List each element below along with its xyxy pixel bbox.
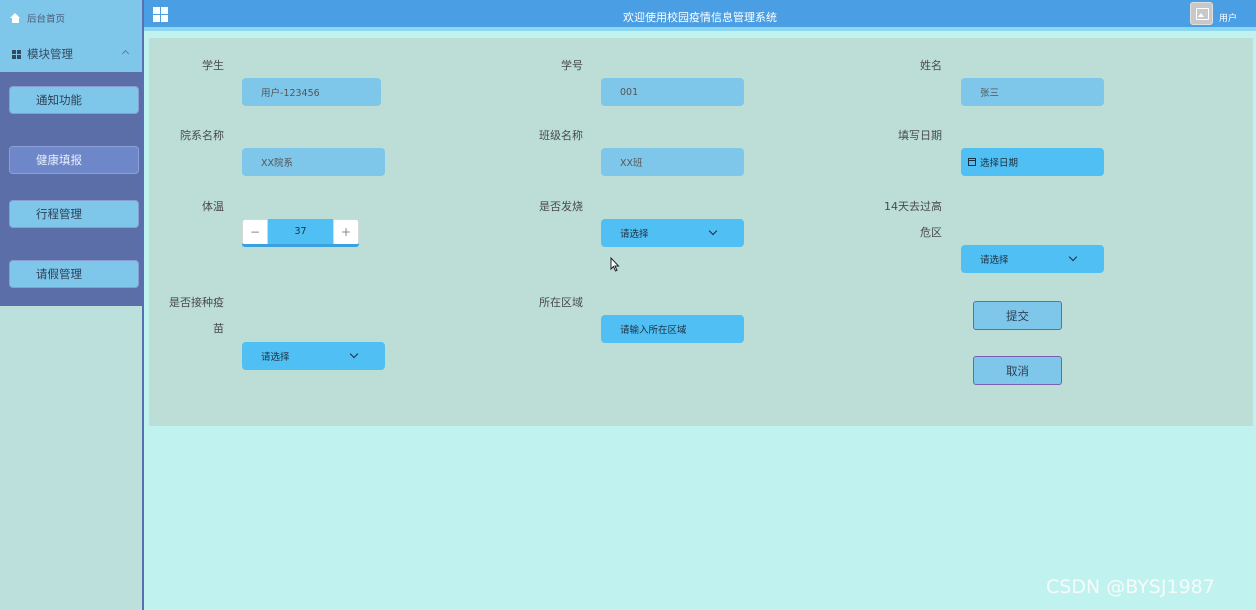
- submit-button[interactable]: 提交: [973, 301, 1062, 330]
- fever-select-placeholder: 请选择: [620, 229, 649, 240]
- watermark: CSDN @BYSJ1987: [1046, 576, 1215, 598]
- student-no-field[interactable]: 001: [601, 78, 744, 106]
- cancel-button[interactable]: 取消: [973, 356, 1062, 385]
- date-picker-placeholder: 选择日期: [980, 158, 1019, 169]
- temperature-stepper: − 37 +: [242, 219, 359, 247]
- sidebar-item-itinerary[interactable]: 行程管理: [9, 200, 139, 228]
- sidebar-menu: 通知功能 健康填报 行程管理 请假管理: [0, 72, 142, 306]
- top-header: 欢迎使用校园疫情信息管理系统 用户: [144, 0, 1256, 31]
- fever-select[interactable]: 请选择: [601, 219, 744, 247]
- calendar-icon: [968, 158, 976, 166]
- sidebar-home-label: 后台首页: [27, 14, 66, 25]
- class-name-label: 班级名称: [539, 129, 583, 142]
- date-picker[interactable]: 选择日期: [961, 148, 1104, 176]
- stepper-underline: [242, 244, 359, 247]
- vaccinated-select-placeholder: 请选择: [261, 352, 290, 363]
- department-field[interactable]: XX院系: [242, 148, 385, 176]
- page-title: 欢迎使用校园疫情信息管理系统: [623, 11, 777, 24]
- fill-date-label: 填写日期: [898, 129, 942, 142]
- chevron-down-icon: [1068, 252, 1078, 262]
- high-risk-label-line1: 14天去过高: [884, 200, 942, 213]
- high-risk-select-placeholder: 请选择: [980, 255, 1009, 266]
- region-input[interactable]: 请输入所在区域: [601, 315, 744, 343]
- health-report-form: 学生 用户-123456 学号 001 姓名 张三 院系名称 XX院系 班级名称…: [149, 38, 1253, 426]
- chevron-up-icon: [121, 49, 130, 58]
- mouse-cursor-icon: [610, 257, 620, 272]
- increment-button[interactable]: +: [333, 219, 359, 245]
- name-field[interactable]: 张三: [961, 78, 1104, 106]
- high-risk-select[interactable]: 请选择: [961, 245, 1104, 273]
- chevron-down-icon: [349, 349, 359, 359]
- sidebar-item-health-report[interactable]: 健康填报: [9, 146, 139, 174]
- vaccinated-label-line2: 苗: [213, 322, 224, 335]
- home-icon: [10, 13, 21, 23]
- sidebar-module-label: 模块管理: [27, 47, 73, 61]
- chevron-down-icon: [708, 226, 718, 236]
- vaccinated-select[interactable]: 请选择: [242, 342, 385, 370]
- department-label: 院系名称: [180, 129, 224, 142]
- region-label: 所在区域: [539, 296, 583, 309]
- sidebar-item-leave[interactable]: 请假管理: [9, 260, 139, 288]
- sidebar-item-notice[interactable]: 通知功能: [9, 86, 139, 114]
- decrement-button[interactable]: −: [242, 219, 268, 245]
- student-field[interactable]: 用户-123456: [242, 78, 381, 106]
- sidebar-home-link[interactable]: 后台首页: [0, 0, 142, 36]
- avatar[interactable]: [1190, 2, 1213, 25]
- temperature-value[interactable]: 37: [268, 226, 333, 237]
- student-no-label: 学号: [561, 59, 583, 72]
- fever-label: 是否发烧: [539, 200, 583, 213]
- grid-icon: [12, 49, 21, 59]
- vaccinated-label-line1: 是否接种疫: [169, 296, 224, 309]
- high-risk-label-line2: 危区: [920, 226, 942, 239]
- class-name-field[interactable]: XX班: [601, 148, 744, 176]
- name-label: 姓名: [920, 59, 942, 72]
- user-label[interactable]: 用户: [1219, 11, 1237, 24]
- sidebar: 后台首页 模块管理 通知功能 健康填报 行程管理 请假管理: [0, 0, 144, 610]
- student-label: 学生: [202, 59, 224, 72]
- sidebar-module-header[interactable]: 模块管理: [0, 36, 142, 72]
- temperature-label: 体温: [202, 200, 224, 213]
